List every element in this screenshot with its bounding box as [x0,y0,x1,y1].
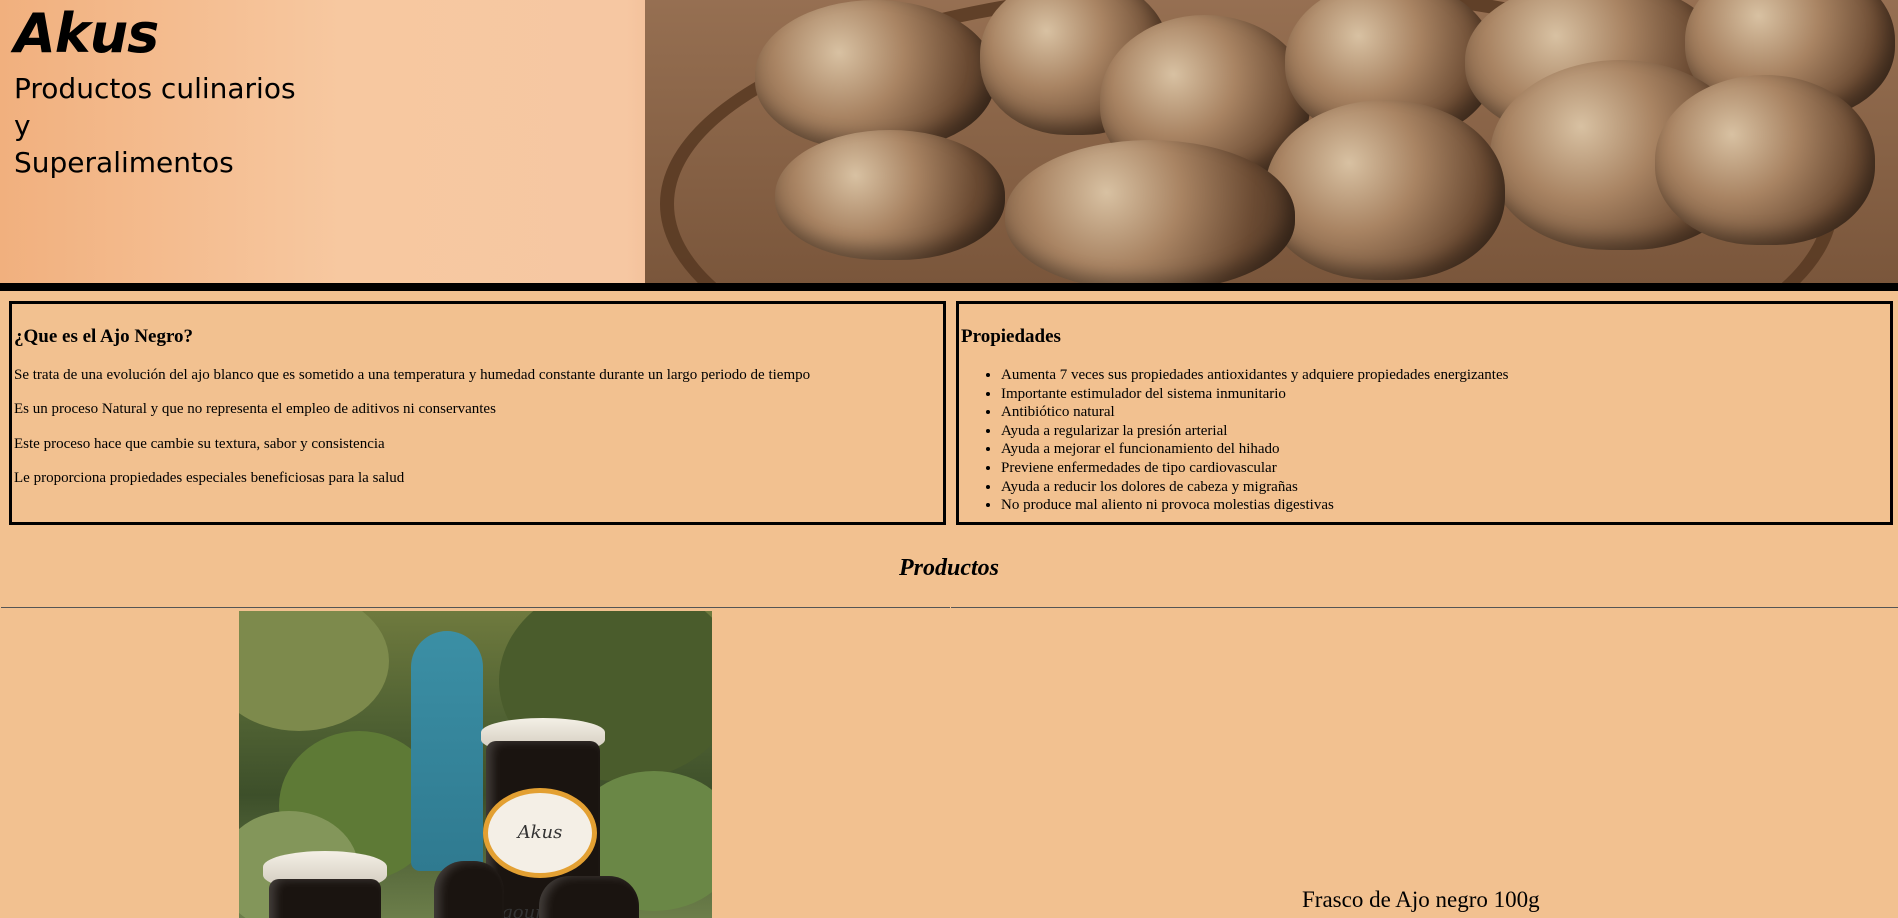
propiedad-item: Ayuda a regularizar la presión arterial [1001,422,1508,441]
tagline: Productos culinarios y Superalimentos [14,70,296,181]
propiedad-item: Ayuda a mejorar el funcionamiento del hi… [1001,440,1508,459]
tagline-line: Productos culinarios [14,72,296,105]
que-es-paragraph: Se trata de una evolución del ajo blanco… [14,367,811,383]
propiedad-item: Antibiótico natural [1001,403,1508,422]
propiedad-item: Previene enfermedades de tipo cardiovasc… [1001,459,1508,478]
product-image[interactable]: Akus gourmet [239,611,712,918]
tagline-line: Superalimentos [14,146,234,179]
divider [951,607,1898,608]
tagline-line: y [14,109,31,142]
propiedades-list: Aumenta 7 veces sus propiedades antioxid… [1001,366,1508,515]
propiedad-item: Aumenta 7 veces sus propiedades antioxid… [1001,366,1508,385]
propiedad-item: Importante estimulador del sistema inmun… [1001,385,1508,404]
que-es-paragraph: Es un proceso Natural y que no represent… [14,401,496,417]
banner-divider [0,283,1898,291]
que-es-paragraph: Este proceso hace que cambie su textura,… [14,436,385,452]
jar-label: Akus gourmet [483,788,597,918]
que-es-title: ¿Que es el Ajo Negro? [14,326,194,347]
garlic-basket-image [645,0,1898,283]
product-name[interactable]: Frasco de Ajo negro 100g [1302,887,1540,913]
productos-heading: Productos [898,555,999,581]
propiedad-item: No produce mal aliento ni provoca molest… [1001,496,1508,515]
propiedades-section: Propiedades Aumenta 7 veces sus propieda… [956,301,1893,525]
buddha-statue [411,631,483,871]
propiedad-item: Ayuda a reducir los dolores de cabeza y … [1001,478,1508,497]
divider [1,607,950,608]
header-banner: Akus Productos culinarios y Superaliment… [0,0,1898,283]
que-es-paragraph: Le proporciona propiedades especiales be… [14,470,405,486]
brand-logo: Akus [14,2,159,65]
que-es-section: ¿Que es el Ajo Negro? Se trata de una ev… [9,301,946,525]
propiedades-title: Propiedades [961,326,1061,347]
